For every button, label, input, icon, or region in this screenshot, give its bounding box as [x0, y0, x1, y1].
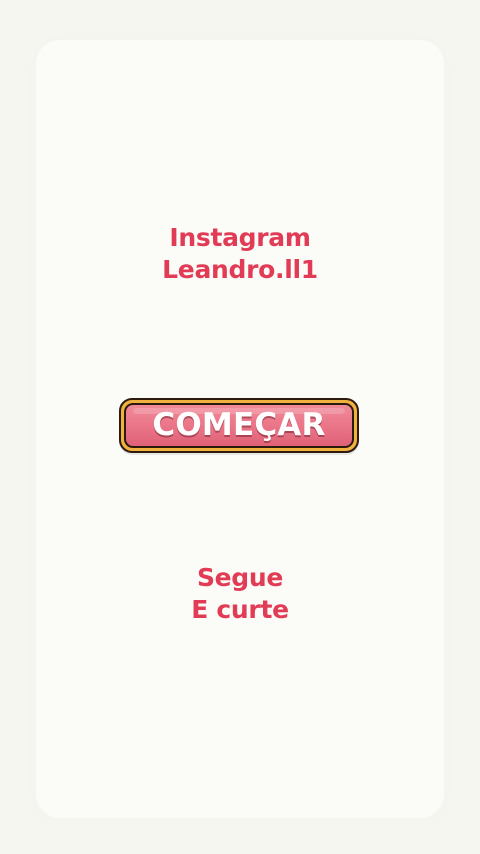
start-button[interactable]: COMEÇAR	[119, 398, 359, 453]
promo-line-1: Instagram	[169, 223, 311, 252]
instagram-promo-text: Instagram Leandro.ll1	[0, 222, 480, 286]
start-button-face[interactable]: COMEÇAR	[124, 403, 354, 448]
cta-line-2: E curte	[191, 595, 289, 624]
start-button-label: COMEÇAR	[152, 406, 326, 443]
cta-line-1: Segue	[196, 563, 284, 592]
promo-line-2: Leandro.ll1	[162, 255, 318, 284]
follow-like-text: Segue E curte	[0, 562, 480, 626]
